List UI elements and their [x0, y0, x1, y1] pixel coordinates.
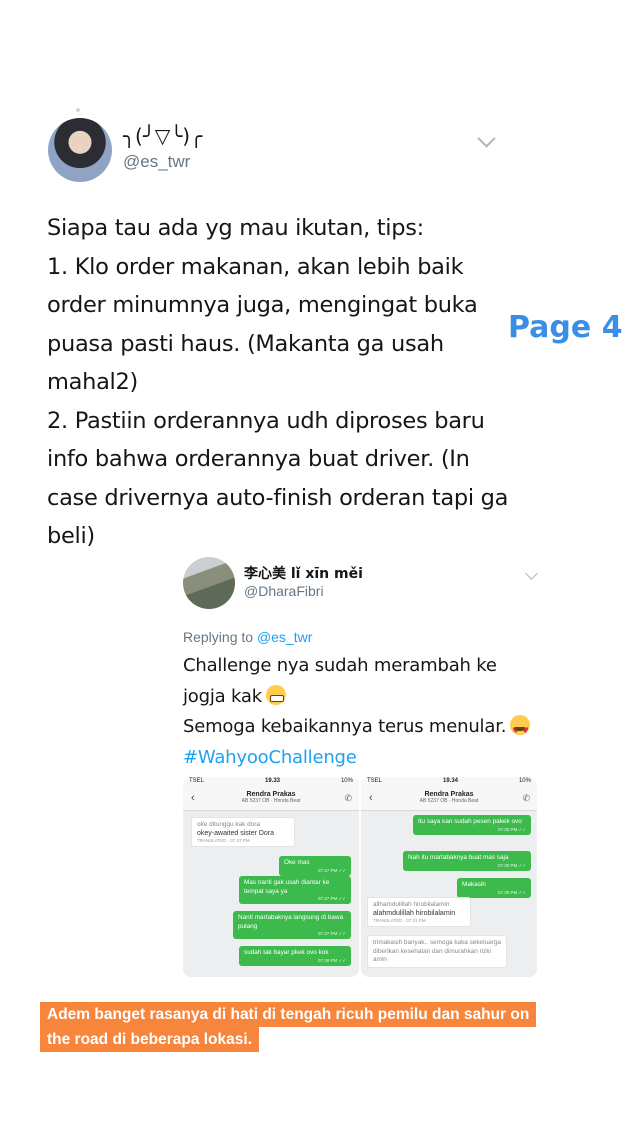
- chevron-down-icon[interactable]: [477, 129, 496, 148]
- message-original: oke ditunggu kak dora: [197, 821, 260, 828]
- status-time: 19.33: [264, 778, 280, 784]
- message-text: Itu saya kan sudah pesen pakek ovo: [418, 818, 522, 825]
- reply-line-text: Semoga kebaikannya terus menular.: [183, 716, 507, 737]
- heart-eyes-emoji-icon: [510, 715, 531, 747]
- caption-line: the road di beberapa lokasi.: [40, 1027, 260, 1052]
- reply-line: Challenge nya sudah merambah ke: [183, 655, 497, 676]
- message-translation: okey-awaited sister Dora: [197, 829, 275, 837]
- chevron-down-icon[interactable]: [525, 567, 538, 580]
- chat-screenshot-right[interactable]: TSEL 19.34 10% ‹ Rendra Prakas AB 5237 O…: [361, 777, 537, 977]
- page-label: Page 4: [508, 310, 623, 345]
- message-meta: 07.27 PM ✓✓: [317, 867, 346, 873]
- chat-bubble-outgoing: Nah itu martabaknya buat mas saja 07.30 …: [403, 851, 531, 871]
- chat-vehicle-plate: AB 5237 OB · Honda Beat: [241, 798, 301, 804]
- reply-display-name[interactable]: 李心美 lǐ xīn měi: [244, 563, 363, 583]
- mention-link[interactable]: @es_twr: [257, 629, 312, 645]
- chat-bubble-outgoing: Itu saya kan sudah pesen pakek ovo 07.30…: [413, 815, 531, 835]
- replying-prefix: Replying to: [183, 629, 257, 645]
- reply-avatar[interactable]: [183, 557, 235, 609]
- reply-line: jogja kak: [183, 682, 543, 713]
- hashtag-link[interactable]: #WahyooChallenge: [183, 743, 543, 774]
- status-time: 19.34: [442, 778, 458, 784]
- grimace-emoji-icon: [265, 684, 286, 705]
- chat-bubble-outgoing: Nanti martabaknya langsung di bawa pulan…: [233, 911, 351, 939]
- message-text: Nanti martabaknya langsung di bawa pulan…: [238, 914, 344, 930]
- chat-contact-name: Rendra Prakas: [246, 791, 296, 798]
- chat-header: ‹ Rendra Prakas AB 5237 OB · Honda Beat …: [183, 789, 359, 811]
- reply-tweet: 李心美 lǐ xīn měi @DharaFibri Replying to @…: [168, 547, 558, 987]
- carrier: TSEL: [189, 778, 205, 784]
- message-original: trimakasih banyak.. semoga kaka sekeluar…: [373, 939, 501, 963]
- message-text: Oke mas: [284, 859, 310, 866]
- main-tweet: ╮(╯▽╰)╭ @es_twr Siapa tau ada yg mau iku…: [20, 100, 540, 560]
- chat-contact-name: Rendra Prakas: [424, 791, 474, 798]
- message-meta: 07.30 PM ✓✓: [497, 862, 526, 868]
- message-meta: 07.27 PM ✓✓: [317, 931, 346, 936]
- reply-line: Semoga kebaikannya terus menular.: [183, 712, 543, 747]
- chat-bubble-incoming: trimakasih banyak.. semoga kaka sekeluar…: [367, 935, 507, 968]
- message-translation: alahmdulillah hirobilalamin: [373, 909, 456, 917]
- reply-body: Challenge nya sudah merambah ke jogja ka…: [183, 651, 543, 773]
- back-icon: ‹: [369, 792, 373, 804]
- message-meta: TRANSLATED · 07.27 PM: [197, 838, 250, 843]
- chat-bubble-outgoing: sudah tak bayar pkek ovo kok 07.28 PM ✓✓: [239, 946, 351, 966]
- tweet-body: Siapa tau ada yg mau ikutan, tips: 1. Kl…: [47, 215, 509, 549]
- chat-vehicle-plate: AB 5237 OB · Honda Beat: [419, 798, 479, 804]
- avatar[interactable]: [48, 118, 112, 182]
- message-text: sudah tak bayar pkek ovo kok: [244, 949, 329, 956]
- status-bar: TSEL 19.34 10%: [361, 777, 537, 789]
- chat-screenshot-left[interactable]: TSEL 19.33 10% ‹ Rendra Prakas AB 5237 O…: [183, 777, 359, 977]
- message-text: Mas nanti gak usah diantar ke tempat say…: [244, 879, 330, 895]
- chat-bubble-outgoing: Makasih 07.30 PM ✓✓: [457, 878, 531, 898]
- message-meta: 07.27 PM ✓✓: [317, 896, 346, 901]
- phone-icon: ✆: [522, 793, 530, 803]
- story-caption: Adem banget rasanya di hati di tengah ri…: [40, 1002, 537, 1052]
- message-meta: 07.30 PM ✓✓: [497, 889, 526, 895]
- message-meta: 07.30 PM ✓✓: [497, 826, 526, 832]
- caption-line: Adem banget rasanya di hati di tengah ri…: [40, 1002, 537, 1027]
- message-meta: TRANSLATED · 07.31 PM: [373, 918, 426, 923]
- avatar-decoration: [76, 108, 80, 112]
- back-icon: ‹: [191, 792, 195, 804]
- reply-handle[interactable]: @DharaFibri: [244, 583, 324, 599]
- carrier: TSEL: [367, 778, 383, 784]
- battery: 10%: [340, 778, 353, 784]
- message-text: Makasih: [462, 881, 486, 888]
- message-text: Nah itu martabaknya buat mas saja: [408, 854, 509, 861]
- chat-bubble-outgoing: Oke mas 07.27 PM ✓✓: [279, 856, 351, 876]
- status-bar: TSEL 19.33 10%: [183, 777, 359, 789]
- reply-line-text: jogja kak: [183, 685, 262, 707]
- message-original: allhamdulillah hirobilalamin: [373, 901, 450, 908]
- tweet-display-name[interactable]: ╮(╯▽╰)╭: [123, 124, 202, 148]
- chat-bubble-outgoing: Mas nanti gak usah diantar ke tempat say…: [239, 876, 351, 904]
- tweet-handle[interactable]: @es_twr: [123, 152, 190, 172]
- phone-icon: ✆: [344, 793, 352, 803]
- replying-to: Replying to @es_twr: [183, 629, 312, 645]
- chat-bubble-incoming: oke ditunggu kak dora okey-awaited siste…: [191, 817, 295, 847]
- chat-bubble-incoming: allhamdulillah hirobilalamin alahmdulill…: [367, 897, 471, 927]
- chat-header: ‹ Rendra Prakas AB 5237 OB · Honda Beat …: [361, 789, 537, 811]
- battery: 10%: [518, 778, 531, 784]
- message-meta: 07.28 PM ✓✓: [317, 957, 346, 963]
